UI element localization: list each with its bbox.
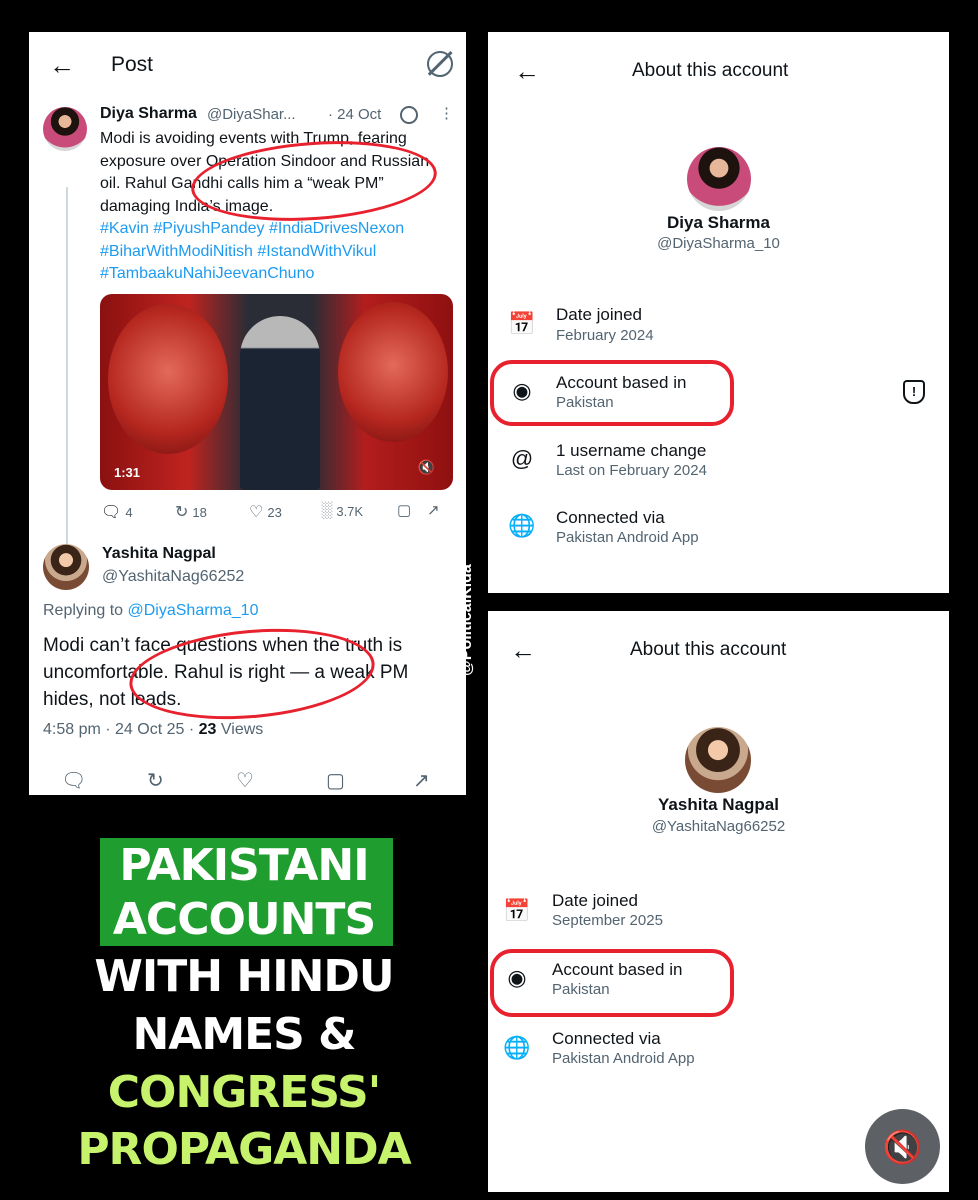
video-duration: 1:31 (114, 465, 141, 480)
bookmark-icon[interactable]: ▢ (326, 768, 345, 793)
account-handle: @DiyaSharma_10 (657, 235, 780, 252)
reply-views-label: Views (220, 721, 264, 738)
shield-info-icon[interactable]: ! (903, 380, 925, 404)
reply-views-count: 23 (198, 721, 217, 738)
share-icon[interactable]: ↗ (427, 501, 440, 519)
watermark-text: @PoliticalKida (458, 564, 475, 676)
reply-timestamp: 4:58 pm · 24 Oct 25 · (43, 721, 195, 738)
slash-circle-icon[interactable] (427, 51, 453, 77)
reply-author-name[interactable]: Yashita Nagpal (102, 545, 216, 563)
row-title: Connected via (552, 1029, 661, 1048)
caption-line: NAMES & (132, 1009, 356, 1060)
reply-author-handle[interactable]: @YashitaNag66252 (102, 568, 244, 586)
comment-icon[interactable]: 🗨 (61, 768, 86, 793)
tweet-date[interactable]: · 24 Oct (328, 106, 381, 123)
calendar-icon: 📅 (508, 311, 536, 336)
avatar (687, 147, 751, 211)
row-title: Date joined (556, 305, 643, 324)
video-thumbnail[interactable]: 1:31 🔇 (100, 294, 453, 490)
about-account-panel: ← About this account Yashita Nagpal @Yas… (488, 611, 949, 1192)
page-title: Post (111, 53, 154, 76)
reply-button[interactable]: 🗨 4 (101, 502, 133, 522)
row-value: Pakistan Android App (552, 1050, 695, 1067)
calendar-icon: 📅 (503, 898, 531, 923)
like-button[interactable]: ♡ 23 (249, 502, 282, 522)
author-name[interactable]: Diya Sharma (100, 105, 197, 123)
row-title: 1 username change (556, 441, 707, 460)
hashtags: #Kavin #PiyushPandey #IndiaDrivesNexon #… (100, 218, 455, 286)
retweet-icon: ↻ (175, 504, 189, 521)
more-options-icon[interactable]: ⋮ (439, 104, 454, 122)
grok-icon[interactable] (400, 106, 418, 124)
caption-line: PROPAGANDA (77, 1124, 411, 1175)
page-title: About this account (630, 639, 787, 660)
thread-line (66, 187, 68, 553)
avatar[interactable] (43, 107, 87, 151)
back-arrow-icon[interactable]: ← (49, 50, 75, 81)
account-name: Yashita Nagpal (658, 795, 779, 814)
retweet-count: 18 (192, 504, 207, 520)
caption-line: PAKISTANI (119, 840, 369, 891)
post-panel: ← Post Diya Sharma @DiyaShar... · 24 Oct… (29, 32, 466, 795)
views-count: 3.7K (336, 503, 364, 519)
red-highlight-annotation (490, 949, 734, 1017)
reply-count: 4 (125, 504, 133, 520)
replying-to-handle[interactable]: @DiyaSharma_10 (128, 602, 259, 619)
mute-button[interactable]: 🔇 (865, 1109, 940, 1184)
heart-icon[interactable]: ♡ (236, 768, 254, 793)
reply-meta: 4:58 pm · 24 Oct 25 · 23 Views (43, 721, 263, 739)
mute-icon[interactable]: 🔇 (418, 459, 435, 476)
hashtag-line[interactable]: #BiharWithModiNitish #IstandWithVikul (100, 241, 455, 264)
replying-prefix: Replying to (43, 602, 124, 619)
account-name: Diya Sharma (667, 213, 770, 232)
about-account-panel: ← About this account Diya Sharma @DiyaSh… (488, 32, 949, 593)
back-arrow-icon[interactable]: ← (510, 635, 536, 666)
comment-icon: 🗨 (101, 504, 122, 521)
replying-to: Replying to @DiyaSharma_10 (43, 602, 258, 620)
speaker-muted-icon: 🔇 (882, 1128, 923, 1165)
red-highlight-annotation (490, 360, 734, 426)
avatar[interactable] (43, 544, 89, 590)
views-button[interactable]: ░ 3.7K (321, 502, 363, 520)
avatar (685, 727, 751, 793)
caption-line: WITH HINDU (94, 951, 394, 1002)
face-image (338, 302, 448, 442)
caption-line: CONGRESS' (107, 1067, 381, 1118)
page-title: About this account (632, 60, 789, 81)
retweet-button[interactable]: ↻ 18 (175, 502, 207, 522)
hashtag-line[interactable]: #Kavin #PiyushPandey #IndiaDrivesNexon (100, 218, 455, 241)
face-image (108, 304, 228, 454)
heart-icon: ♡ (249, 504, 264, 521)
author-handle[interactable]: @DiyaShar... (207, 106, 296, 123)
back-arrow-icon[interactable]: ← (514, 56, 540, 87)
globe-icon: 🌐 (503, 1035, 531, 1060)
row-value: February 2024 (556, 327, 654, 344)
row-title: Date joined (552, 891, 639, 910)
like-count: 23 (267, 504, 282, 520)
hashtag-line[interactable]: #TambaakuNahiJeevanChuno (100, 263, 455, 286)
share-icon[interactable]: ↗ (413, 768, 430, 793)
retweet-icon[interactable]: ↻ (147, 768, 164, 793)
row-value: Last on February 2024 (556, 462, 707, 479)
presenter-image (240, 316, 320, 490)
caption-line: ACCOUNTS (112, 894, 376, 945)
globe-icon: 🌐 (508, 513, 536, 538)
account-handle: @YashitaNag66252 (651, 818, 786, 835)
watermark: @PoliticalKida (452, 540, 482, 700)
row-value: September 2025 (552, 912, 663, 929)
at-sign-icon: @ (510, 446, 534, 471)
row-title: Connected via (556, 508, 665, 527)
bookmark-icon[interactable]: ▢ (397, 501, 411, 519)
row-value: Pakistan Android App (556, 529, 699, 546)
bar-chart-icon: ░ (321, 502, 333, 519)
